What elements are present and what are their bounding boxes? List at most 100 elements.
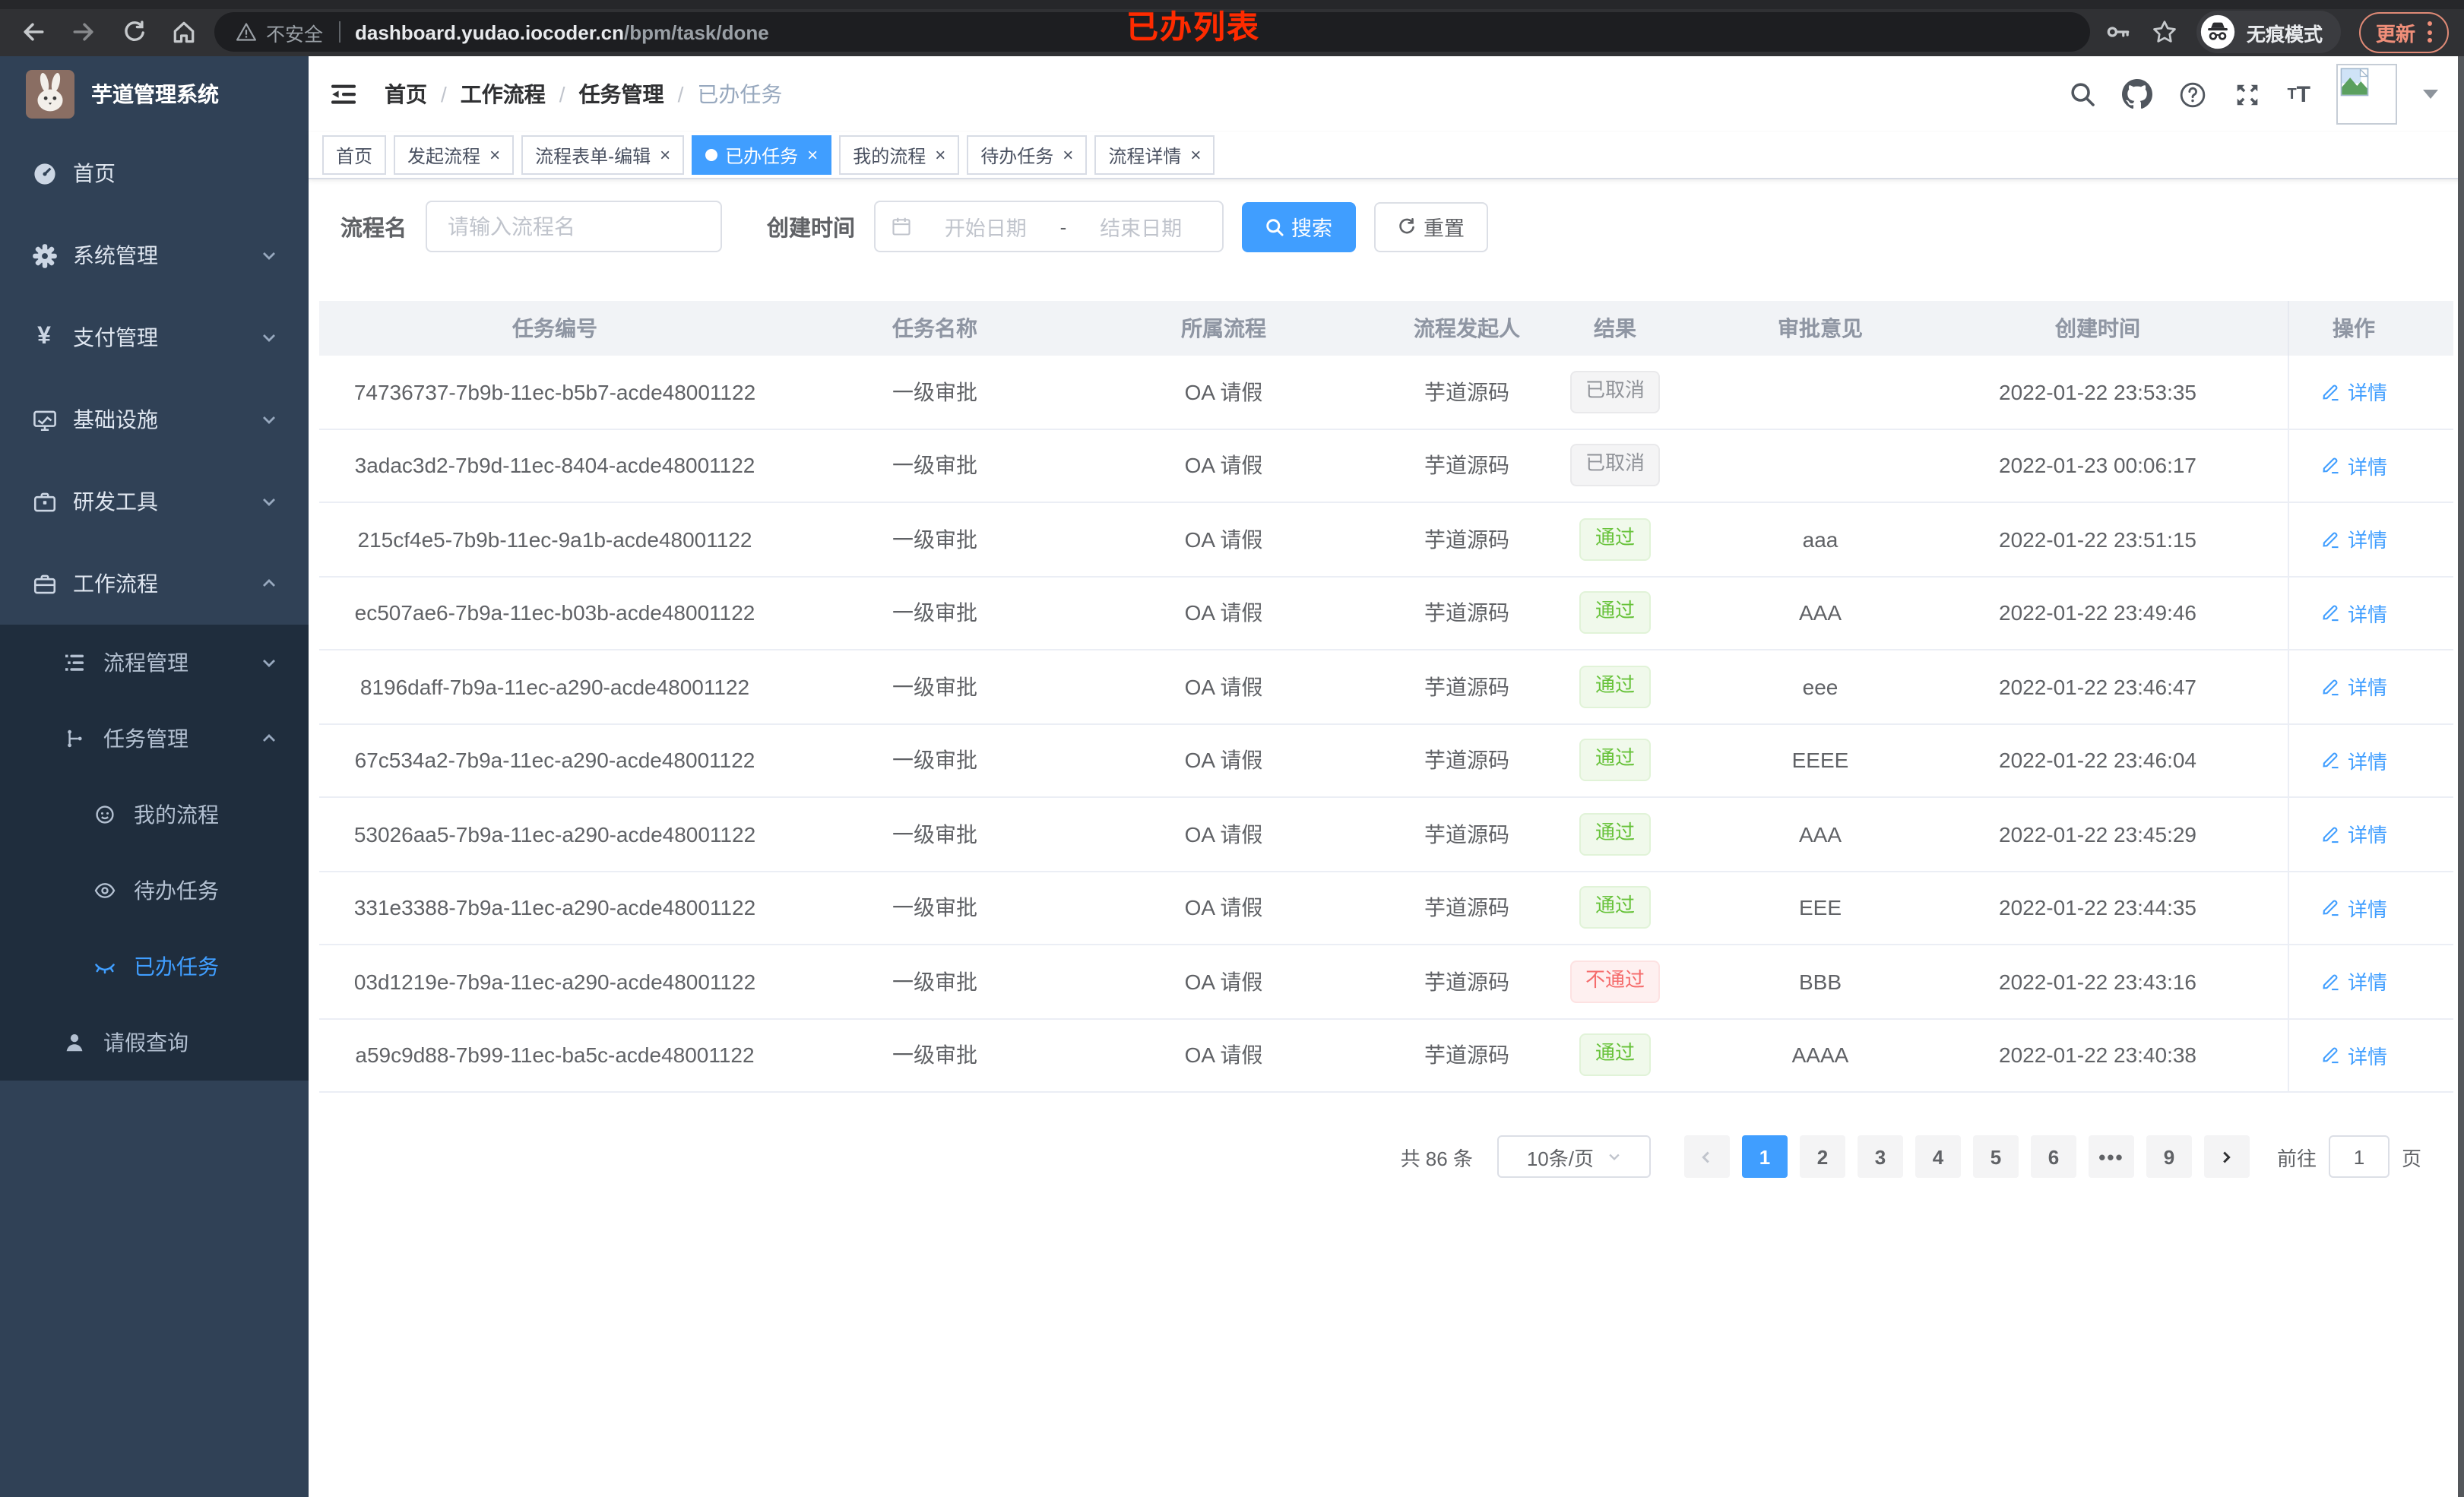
detail-link[interactable]: 详情 (2320, 820, 2387, 849)
github-link[interactable] (2121, 79, 2152, 109)
search-button[interactable]: 搜索 (1241, 201, 1355, 252)
pager-page-3[interactable]: 3 (1857, 1135, 1903, 1178)
pager-page-1[interactable]: 1 (1741, 1135, 1788, 1178)
sidebar-item-infrastructure[interactable]: 基础设施 (0, 378, 309, 460)
page-size-select[interactable]: 10条/页 (1496, 1135, 1651, 1178)
pager-next-button[interactable] (2203, 1135, 2250, 1178)
incognito-badge: 无痕模式 (2196, 11, 2341, 53)
cell-opinion: eee (1802, 674, 1838, 699)
pager-page-4[interactable]: 4 (1915, 1135, 1961, 1178)
cell-process: OA 请假 (1184, 674, 1263, 699)
result-badge: 通过 (1579, 886, 1650, 929)
process-name-input[interactable] (425, 201, 721, 252)
search-icon (2070, 83, 2095, 106)
password-key-icon[interactable] (2105, 18, 2133, 46)
tab-2[interactable]: 流程表单-编辑 × (521, 135, 685, 175)
sidebar-item-label: 工作流程 (73, 571, 158, 596)
tab-label: 发起流程 (407, 145, 481, 166)
pager-page-5[interactable]: 5 (1972, 1135, 2019, 1178)
page-content: 流程名 创建时间 开始日期 - 结束日期 搜索 (309, 179, 2464, 1497)
browser-home-button[interactable] (166, 14, 202, 50)
sidebar-item-process-mgmt[interactable]: 流程管理 (0, 625, 309, 701)
tab-close-icon[interactable]: × (1190, 146, 1201, 164)
avatar[interactable] (2336, 64, 2397, 125)
tab-close-icon[interactable]: × (935, 146, 945, 164)
detail-link[interactable]: 详情 (2320, 525, 2387, 554)
detail-link[interactable]: 详情 (2320, 1041, 2387, 1070)
tab-6[interactable]: 流程详情 × (1094, 135, 1215, 175)
sidebar-item-label: 请假查询 (103, 1030, 188, 1055)
tab-0[interactable]: 首页 (322, 135, 387, 175)
detail-link[interactable]: 详情 (2320, 746, 2387, 775)
detail-link[interactable]: 详情 (2320, 451, 2387, 480)
pager-prev-button[interactable] (1683, 1135, 1730, 1178)
goto-page-input[interactable] (2328, 1135, 2390, 1178)
pager-ellipsis[interactable]: ••• (2088, 1135, 2134, 1178)
tab-close-icon[interactable]: × (1063, 146, 1073, 164)
font-size-button[interactable]: TT (2287, 81, 2310, 107)
sidebar-item-payment[interactable]: ¥ 支付管理 (0, 296, 309, 378)
detail-link[interactable]: 详情 (2320, 599, 2387, 628)
breadcrumb-task-mgmt[interactable]: 任务管理 (579, 79, 664, 109)
sidebar-item-home[interactable]: 首页 (0, 132, 309, 214)
detail-link[interactable]: 详情 (2320, 894, 2387, 923)
browser-reload-button[interactable] (116, 14, 152, 50)
fullscreen-button[interactable] (2232, 80, 2261, 109)
sidebar-item-workflow[interactable]: 工作流程 (0, 543, 309, 625)
table-row: 215cf4e5-7b9b-11ec-9a1b-acde48001122 一级审批… (319, 503, 2453, 577)
tab-close-icon[interactable]: × (807, 146, 818, 164)
browser-menu-icon[interactable] (2428, 21, 2432, 43)
sidebar-item-label: 流程管理 (103, 650, 188, 675)
browser-back-button[interactable] (15, 14, 52, 50)
sidebar-item-label: 基础设施 (73, 407, 158, 432)
help-button[interactable] (2177, 80, 2206, 109)
detail-link[interactable]: 详情 (2320, 673, 2387, 701)
cell-process: OA 请假 (1184, 748, 1263, 773)
tab-close-icon[interactable]: × (489, 146, 500, 164)
bookmark-star-icon[interactable] (2151, 18, 2178, 46)
sidebar-item-leave-query[interactable]: 请假查询 (0, 1005, 309, 1081)
breadcrumb-workflow[interactable]: 工作流程 (461, 79, 546, 109)
date-range-input[interactable]: 开始日期 - 结束日期 (873, 201, 1223, 252)
tab-1[interactable]: 发起流程 × (394, 135, 515, 175)
sidebar-item-todo-tasks[interactable]: 待办任务 (0, 853, 309, 929)
done-task-table: 任务编号 任务名称 所属流程 流程发起人 结果 审批意见 创建时间 操作 747… (319, 301, 2453, 1093)
sidebar-collapse-button[interactable] (327, 78, 360, 111)
table-row: 53026aa5-7b9a-11ec-a290-acde48001122 一级审批… (319, 798, 2453, 872)
tab-3[interactable]: 已办任务 × (692, 135, 832, 175)
end-date-placeholder[interactable]: 结束日期 (1075, 211, 1206, 242)
start-date-placeholder[interactable]: 开始日期 (920, 211, 1051, 242)
tab-5[interactable]: 待办任务 × (967, 135, 1088, 175)
tab-bar: 首页 发起流程 × 流程表单-编辑 × 已办任务 × 我的流程 × 待办任务 × 流程详情 × (309, 132, 2464, 179)
detail-link[interactable]: 详情 (2320, 967, 2387, 996)
browser-forward-button[interactable] (65, 14, 102, 50)
cell-task-name: 一级审批 (892, 748, 977, 773)
face-icon (91, 801, 119, 828)
process-name-field[interactable] (445, 213, 702, 240)
pager-page-2[interactable]: 2 (1799, 1135, 1845, 1178)
pager-page-6[interactable]: 6 (2030, 1135, 2076, 1178)
sidebar-item-system[interactable]: 系统管理 (0, 214, 309, 296)
cell-starter: 芋道源码 (1424, 895, 1509, 920)
browser-update-button[interactable]: 更新 (2358, 11, 2449, 52)
pager-page-9[interactable]: 9 (2146, 1135, 2192, 1178)
reset-button[interactable]: 重置 (1373, 201, 1487, 252)
app-logo[interactable]: 芋道管理系统 (0, 56, 309, 132)
column-header-process: 所属流程 (1181, 316, 1266, 340)
breadcrumb-home[interactable]: 首页 (385, 79, 427, 109)
process-name-label: 流程名 (340, 217, 407, 241)
column-header-create-time: 创建时间 (2055, 316, 2140, 340)
window-scrollbar[interactable] (2458, 56, 2464, 1497)
cell-starter: 芋道源码 (1424, 600, 1509, 625)
tab-close-icon[interactable]: × (660, 146, 670, 164)
cell-task-id: 8196daff-7b9a-11ec-a290-acde48001122 (359, 674, 750, 699)
edit-pencil-icon (2323, 679, 2339, 695)
sidebar-item-dev-tools[interactable]: 研发工具 (0, 460, 309, 543)
sidebar-item-task-mgmt[interactable]: 任务管理 (0, 701, 309, 777)
tab-4[interactable]: 我的流程 × (839, 135, 960, 175)
sidebar-item-my-process[interactable]: 我的流程 (0, 777, 309, 853)
sidebar-item-done-tasks[interactable]: 已办任务 (0, 929, 309, 1005)
avatar-caret-icon[interactable] (2423, 90, 2438, 99)
detail-link[interactable]: 详情 (2320, 378, 2387, 407)
header-search-button[interactable] (2068, 81, 2095, 108)
